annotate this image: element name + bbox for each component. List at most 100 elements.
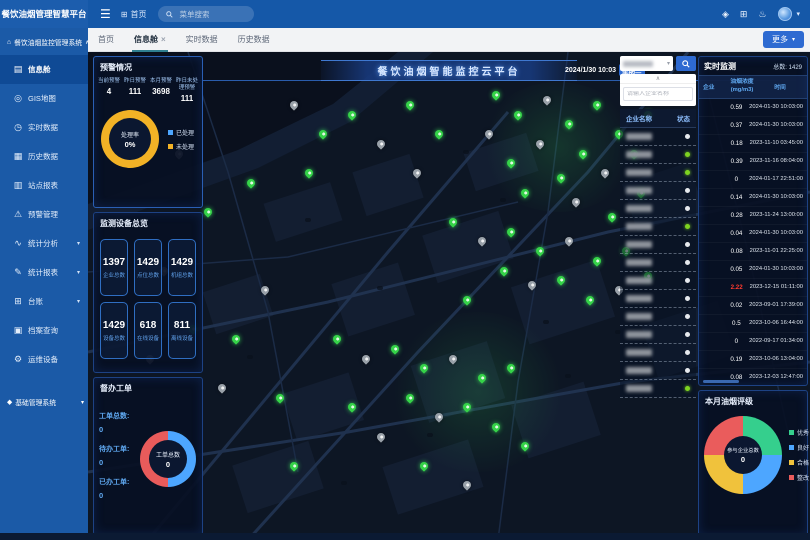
company-row[interactable] <box>620 128 696 146</box>
device-stat-value: 811 <box>174 320 190 331</box>
realtime-row[interactable]: 0.022023-09-01 17:39:00 <box>699 297 807 315</box>
tab-home[interactable]: 首页 <box>88 28 124 52</box>
alarm-stats: 当前预警4昨日预警111本月预警3698昨日未处理预警111 <box>94 76 202 103</box>
company-search-button[interactable] <box>676 56 696 71</box>
legend-label: 已处理 <box>176 128 194 137</box>
sidebar-item-label: 运维设备 <box>28 354 58 365</box>
redacted-company-name <box>626 349 652 356</box>
realtime-row[interactable]: 0.52023-10-06 16:44:00 <box>699 315 807 333</box>
sidebar-item-label: 实时数据 <box>28 122 58 133</box>
panel-title: 本月油烟评级 <box>699 391 807 410</box>
sidebar-item-station-report[interactable]: ▥站点报表 <box>0 171 88 200</box>
realtime-row[interactable]: 0.042024-01-30 10:03:00 <box>699 225 807 243</box>
company-row[interactable] <box>620 380 696 398</box>
realtime-row[interactable]: 0.392023-11-16 08:04:00 <box>699 153 807 171</box>
company-row[interactable] <box>620 254 696 272</box>
menu-search-box[interactable] <box>158 6 254 22</box>
company-row[interactable] <box>620 146 696 164</box>
breadcrumb-home[interactable]: ⊞ 首页 <box>121 9 147 20</box>
layout-grid-icon[interactable]: ⊞ <box>740 9 748 20</box>
device-overview-panel: 监测设备总览 1397企业总数1429点位总数1429机组总数1429设备总数6… <box>93 212 203 373</box>
sidebar-item-alarm-manage[interactable]: ⚠预警管理 <box>0 200 88 229</box>
redacted-company-name <box>626 241 652 248</box>
company-row[interactable] <box>620 182 696 200</box>
realtime-row[interactable]: 0.182023-11-10 03:45:00 <box>699 135 807 153</box>
company-row[interactable] <box>620 164 696 182</box>
sidebar-item-ledger[interactable]: ⊞台账▾ <box>0 287 88 316</box>
header-action-icons: ◈ ⊞ ♨ <box>722 9 779 20</box>
map-canvas[interactable]: 餐饮油烟智能监控云平台 2024/1/30 10:03 星期二 预警情况 当前预… <box>88 52 810 540</box>
sidebar-item-ops-device[interactable]: ⚙运维设备 <box>0 345 88 374</box>
sidebar-item-stat-analysis[interactable]: ∿统计分析▾ <box>0 229 88 258</box>
company-row[interactable] <box>620 344 696 362</box>
sidebar-item-label: 档案查询 <box>28 325 58 336</box>
tab-history-data[interactable]: 历史数据 <box>228 28 280 52</box>
workorder-value: 0 <box>99 458 129 467</box>
more-button[interactable]: 更多 ▾ <box>763 31 804 48</box>
realtime-row[interactable]: 02022-09-17 01:34:00 <box>699 333 807 351</box>
region-select-dropdown[interactable]: ▾ <box>620 56 673 71</box>
tab-list: 首页信息舱×实时数据历史数据 <box>88 28 280 52</box>
realtime-row[interactable]: 0.082023-12-03 12:47:00 <box>699 369 807 386</box>
redacted-company-name <box>626 367 652 374</box>
redacted-company-name <box>626 295 652 302</box>
company-row[interactable] <box>620 236 696 254</box>
company-row[interactable] <box>620 218 696 236</box>
sidebar-item-base-system[interactable]: ◆ 基础管理系统 ▾ <box>0 388 88 415</box>
hamburger-menu-icon[interactable]: ☰ <box>100 7 111 21</box>
company-row[interactable] <box>620 308 696 326</box>
flame-icon[interactable]: ♨ <box>758 9 766 20</box>
tab-label: 首页 <box>98 34 114 45</box>
redacted-company-name <box>626 277 652 284</box>
realtime-row[interactable]: 0.052024-01-30 10:03:00 <box>699 261 807 279</box>
legend-item: 优秀 <box>789 428 809 437</box>
realtime-row[interactable]: 2.222023-12-15 01:11:00 <box>699 279 807 297</box>
concentration-value: 0.39 <box>724 158 750 165</box>
sidebar-item-gis-map[interactable]: ◎GIS地图 <box>0 84 88 113</box>
realtime-row[interactable]: 0.372024-01-30 10:03:00 <box>699 117 807 135</box>
menu-search-input[interactable] <box>177 9 247 20</box>
status-dot <box>685 314 690 319</box>
company-row[interactable] <box>620 290 696 308</box>
process-rate-donut: 处理率 0% <box>101 110 159 168</box>
sidebar-item-archive-query[interactable]: ▣档案查询 <box>0 316 88 345</box>
user-menu-chevron-down-icon[interactable]: ▾ <box>796 10 800 18</box>
top-header: 餐饮油烟管理智慧平台 ☰ ⊞ 首页 ◈⊞♨ ▾ <box>0 0 810 28</box>
sidebar-item-info-cabin[interactable]: ▤信息舱 <box>0 55 88 84</box>
realtime-row[interactable]: 0.282023-11-24 13:00:00 <box>699 207 807 225</box>
tab-info-cabin[interactable]: 信息舱× <box>124 28 176 52</box>
tab-close-icon[interactable]: × <box>161 35 166 44</box>
sidebar-item-realtime-data[interactable]: ◷实时数据 <box>0 113 88 142</box>
concentration-value: 0.19 <box>724 356 750 363</box>
realtime-row[interactable]: 0.082023-11-01 22:25:00 <box>699 243 807 261</box>
legend-item: 已处理 <box>168 128 194 137</box>
sidebar-item-history-data[interactable]: ▦历史数据 <box>0 142 88 171</box>
theme-skin-icon[interactable]: ◈ <box>722 9 729 20</box>
realtime-row[interactable]: 0.592024-01-30 10:03:00 <box>699 99 807 117</box>
company-row[interactable] <box>620 200 696 218</box>
redacted-map-label <box>500 198 506 202</box>
more-button-label: 更多 <box>772 34 788 45</box>
tab-realtime-data[interactable]: 实时数据 <box>176 28 228 52</box>
workorder-value: 0 <box>99 491 129 500</box>
user-avatar[interactable] <box>778 7 792 21</box>
company-row[interactable] <box>620 362 696 380</box>
collapse-toggle[interactable]: ∧ <box>620 74 696 84</box>
concentration-value: 0.08 <box>724 248 750 255</box>
alarm-overview-panel: 预警情况 当前预警4昨日预警111本月预警3698昨日未处理预警111 处理率 … <box>93 56 203 208</box>
concentration-value: 0.02 <box>724 302 750 309</box>
sidebar-system-header[interactable]: ⌂ 餐饮油烟监控管理系统 ∧ <box>0 28 88 55</box>
rating-body: 参与企业总数 0 优秀良好合格整改 <box>699 410 807 494</box>
company-row[interactable] <box>620 272 696 290</box>
workorder-label: 已办工单: <box>99 477 129 487</box>
sidebar-item-stat-report[interactable]: ✎统计报表▾ <box>0 258 88 287</box>
chevron-down-icon: ▾ <box>77 240 80 247</box>
realtime-row[interactable]: 0.192023-10-06 13:04:00 <box>699 351 807 369</box>
concentration-value: 0 <box>724 176 750 183</box>
realtime-row[interactable]: 0.142024-01-30 10:03:00 <box>699 189 807 207</box>
company-name-input[interactable] <box>624 91 692 97</box>
company-row[interactable] <box>620 326 696 344</box>
horizontal-scrollbar[interactable] <box>703 380 739 383</box>
realtime-row[interactable]: 02024-01-17 22:51:00 <box>699 171 807 189</box>
redacted-map-label <box>427 433 433 437</box>
